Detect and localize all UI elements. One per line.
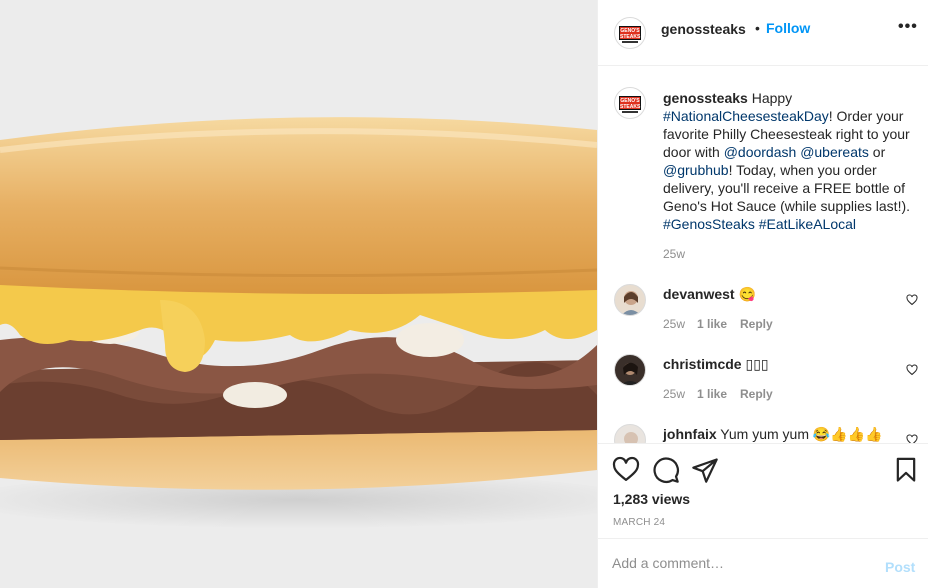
comment-text: christimcde ▯▯▯ (663, 355, 769, 373)
avatar[interactable] (614, 354, 646, 386)
comment-item: johnfaix Yum yum yum 😂👍👍👍 (598, 420, 928, 443)
caption-time[interactable]: 25w (663, 247, 685, 261)
hashtag-link[interactable]: #EatLikeALocal (759, 216, 856, 232)
caption-text: or (868, 144, 886, 160)
user-photo (621, 362, 640, 385)
comments-section[interactable]: GENO'S STEAKS genossteaks Happy #Nationa… (598, 67, 928, 443)
post-actions: 1,283 views MARCH 24 (598, 443, 928, 539)
caption-username[interactable]: genossteaks (663, 90, 748, 106)
hashtag-link[interactable]: #GenosSteaks (663, 216, 755, 232)
separator-dot: • (755, 20, 760, 36)
comment-username[interactable]: johnfaix (663, 426, 717, 442)
comment-username[interactable]: christimcde (663, 356, 742, 372)
reply-button[interactable]: Reply (740, 317, 773, 331)
caption-text: Happy (747, 90, 793, 106)
comment-body: 😋 (734, 286, 756, 302)
user-photo (621, 291, 641, 315)
heart-icon[interactable] (906, 294, 918, 306)
comment-username[interactable]: devanwest (663, 286, 735, 302)
more-options-button[interactable]: ••• (898, 18, 918, 36)
mention-link[interactable]: @ubereats (800, 144, 869, 160)
comment-input[interactable] (612, 553, 872, 573)
logo-underline (622, 111, 638, 113)
comment-text: johnfaix Yum yum yum 😂👍👍👍 (663, 425, 883, 443)
view-count[interactable]: 1,283 views (613, 491, 690, 507)
logo-underline (622, 41, 638, 43)
comment-time[interactable]: 25w (663, 387, 685, 401)
bookmark-icon[interactable] (892, 456, 920, 484)
cheesesteak-photo (0, 0, 597, 588)
comment-item: devanwest 😋 25w 1 like Reply (598, 280, 928, 350)
share-icon[interactable] (691, 456, 719, 484)
avatar[interactable]: GENO'S STEAKS (614, 17, 646, 49)
comment-likes[interactable]: 1 like (697, 317, 727, 331)
avatar[interactable] (614, 284, 646, 316)
post-header: GENO'S STEAKS genossteaks • Follow ••• (598, 0, 928, 66)
user-photo (624, 432, 638, 443)
comment-body: ▯▯▯ (741, 356, 769, 372)
genos-logo: GENO'S STEAKS (619, 96, 641, 110)
mention-link[interactable]: @grubhub (663, 162, 729, 178)
heart-icon[interactable] (906, 434, 918, 443)
header-username[interactable]: genossteaks (661, 21, 746, 37)
comment-icon[interactable] (652, 456, 680, 484)
post-sidebar: GENO'S STEAKS genossteaks • Follow ••• G… (597, 0, 928, 588)
mention-link[interactable]: @doordash (724, 144, 797, 160)
heart-icon[interactable] (906, 364, 918, 376)
post-caption: genossteaks Happy #NationalCheesesteakDa… (663, 89, 925, 233)
comment-text: devanwest 😋 (663, 285, 756, 303)
post-button[interactable]: Post (885, 559, 915, 575)
heart-icon[interactable] (612, 456, 640, 484)
comment-item: christimcde ▯▯▯ 25w 1 like Reply (598, 350, 928, 420)
avatar[interactable]: GENO'S STEAKS (614, 87, 646, 119)
comment-body: Yum yum yum 😂👍👍👍 (716, 426, 883, 442)
post-image[interactable] (0, 0, 597, 588)
hashtag-link[interactable]: #NationalCheesesteakDay (663, 108, 829, 124)
genos-logo: GENO'S STEAKS (619, 26, 641, 40)
add-comment-bar: Post (598, 538, 928, 588)
comment-likes[interactable]: 1 like (697, 387, 727, 401)
follow-button[interactable]: Follow (766, 20, 810, 36)
reply-button[interactable]: Reply (740, 387, 773, 401)
avatar[interactable] (614, 424, 646, 443)
post-date[interactable]: MARCH 24 (613, 517, 665, 528)
comment-time[interactable]: 25w (663, 317, 685, 331)
